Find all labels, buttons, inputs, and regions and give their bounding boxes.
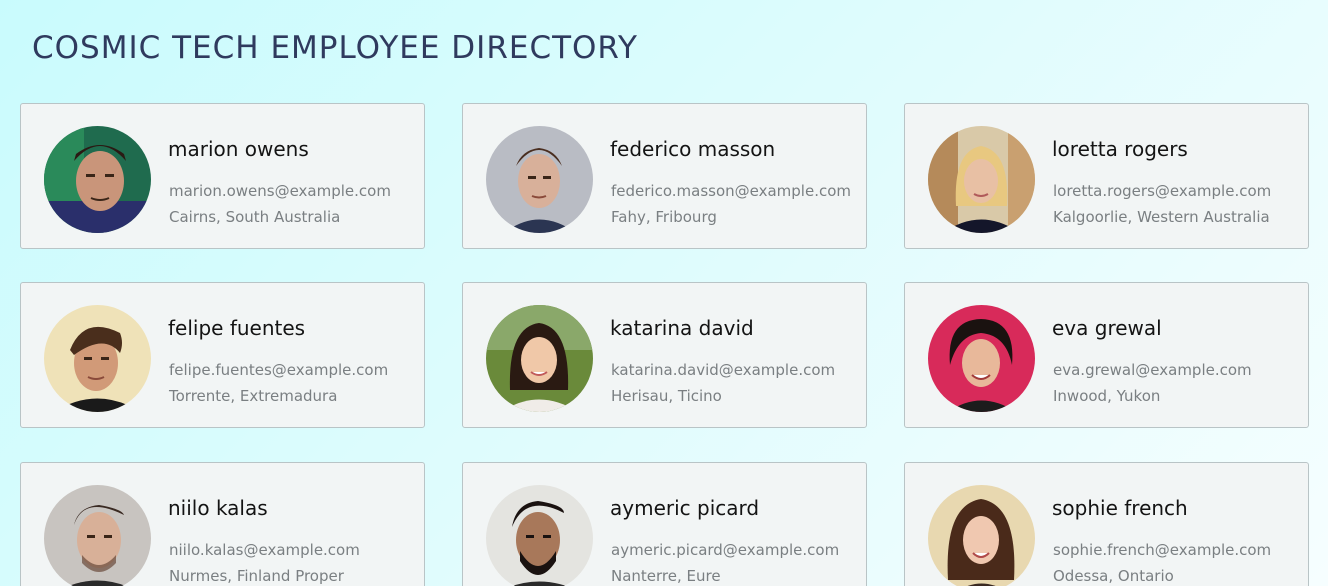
employee-location: Cairns, South Australia (169, 208, 341, 226)
avatar (928, 126, 1035, 233)
employee-name: felipe fuentes (168, 316, 306, 340)
avatar (44, 485, 151, 586)
avatar-photo-icon (44, 126, 151, 233)
employee-name: katarina david (610, 316, 754, 340)
employee-email[interactable]: felipe.fuentes@example.com (169, 361, 388, 379)
employee-card[interactable]: eva grewal eva.grewal@example.com Inwood… (904, 282, 1309, 428)
employee-card[interactable]: loretta rogers loretta.rogers@example.co… (904, 103, 1309, 249)
employee-location: Fahy, Fribourg (611, 208, 717, 226)
avatar-photo-icon (486, 126, 593, 233)
avatar (928, 485, 1035, 586)
avatar-photo-icon (486, 485, 593, 586)
employee-card[interactable]: aymeric picard aymeric.picard@example.co… (462, 462, 867, 586)
avatar (44, 305, 151, 412)
employee-location: Inwood, Yukon (1053, 387, 1161, 405)
employee-email[interactable]: marion.owens@example.com (169, 182, 391, 200)
employee-name: niilo kalas (168, 496, 268, 520)
avatar-photo-icon (928, 485, 1035, 586)
employee-card[interactable]: marion owens marion.owens@example.com Ca… (20, 103, 425, 249)
employee-email[interactable]: niilo.kalas@example.com (169, 541, 360, 559)
page-title: COSMIC TECH EMPLOYEE DIRECTORY (32, 30, 638, 66)
employee-email[interactable]: aymeric.picard@example.com (611, 541, 839, 559)
employee-name: eva grewal (1052, 316, 1162, 340)
employee-card[interactable]: niilo kalas niilo.kalas@example.com Nurm… (20, 462, 425, 586)
avatar (486, 305, 593, 412)
avatar-photo-icon (928, 126, 1035, 233)
employee-name: marion owens (168, 137, 309, 161)
employee-location: Odessa, Ontario (1053, 567, 1174, 585)
avatar (44, 126, 151, 233)
employee-email[interactable]: eva.grewal@example.com (1053, 361, 1252, 379)
employee-location: Herisau, Ticino (611, 387, 722, 405)
avatar (928, 305, 1035, 412)
employee-card[interactable]: katarina david katarina.david@example.co… (462, 282, 867, 428)
avatar (486, 126, 593, 233)
employee-email[interactable]: sophie.french@example.com (1053, 541, 1271, 559)
employee-name: aymeric picard (610, 496, 760, 520)
employee-email[interactable]: loretta.rogers@example.com (1053, 182, 1271, 200)
avatar-photo-icon (44, 485, 151, 586)
employee-location: Torrente, Extremadura (169, 387, 338, 405)
avatar-photo-icon (44, 305, 151, 412)
avatar-photo-icon (486, 305, 593, 412)
employee-location: Kalgoorlie, Western Australia (1053, 208, 1270, 226)
employee-name: sophie french (1052, 496, 1188, 520)
avatar-photo-icon (928, 305, 1035, 412)
employee-location: Nurmes, Finland Proper (169, 567, 344, 585)
employee-card[interactable]: felipe fuentes felipe.fuentes@example.co… (20, 282, 425, 428)
employee-email[interactable]: katarina.david@example.com (611, 361, 835, 379)
employee-email[interactable]: federico.masson@example.com (611, 182, 851, 200)
employee-name: federico masson (610, 137, 776, 161)
employee-location: Nanterre, Eure (611, 567, 721, 585)
avatar (486, 485, 593, 586)
employee-card[interactable]: federico masson federico.masson@example.… (462, 103, 867, 249)
employee-name: loretta rogers (1052, 137, 1188, 161)
employee-card[interactable]: sophie french sophie.french@example.com … (904, 462, 1309, 586)
